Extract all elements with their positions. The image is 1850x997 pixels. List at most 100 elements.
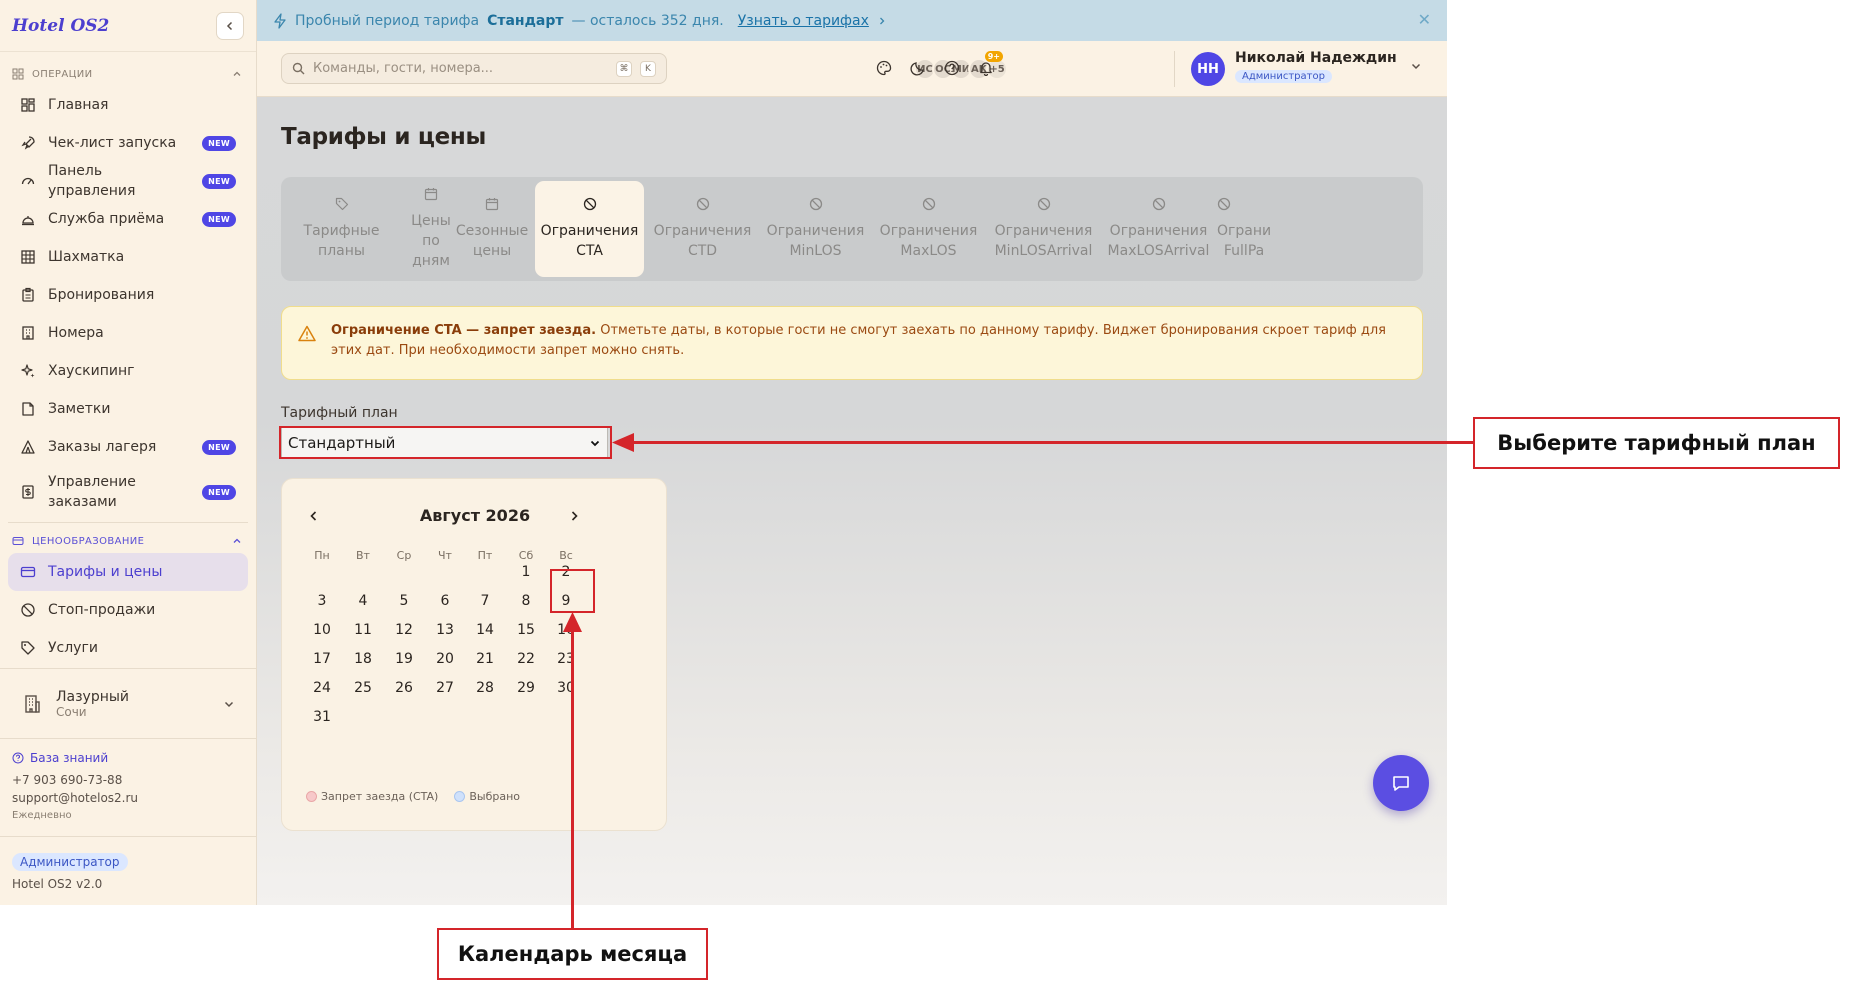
calendar-legend: Запрет заезда (CTA) Выбрано [306,790,520,803]
tab-9[interactable]: Ограничения MaxLOSArrival [1102,181,1215,277]
next-month-button[interactable] [564,506,584,526]
pricing-info-link[interactable]: Узнать о тарифах [738,13,869,29]
search-icon [292,62,305,75]
sidebar-item[interactable]: Заметки [8,390,248,428]
calendar-day[interactable]: 22 [506,644,546,674]
help-button[interactable] [939,55,965,81]
calendar-day[interactable]: 3 [302,586,342,616]
banner-suffix: — осталось 352 дня. [571,12,724,29]
calendar-day[interactable]: 26 [384,673,424,703]
calendar-day[interactable]: 20 [425,644,465,674]
section-pricing[interactable]: ЦЕНООБРАЗОВАНИЕ [0,529,256,553]
chat-button[interactable] [1373,755,1429,811]
rocket-icon [21,136,35,150]
dashboard-icon [21,98,35,112]
weekday-label: Пн [314,549,330,562]
close-banner-icon[interactable]: ✕ [1418,10,1431,29]
tab-2[interactable]: Цены по дням [406,181,456,277]
calendar-day[interactable]: 1 [506,557,546,587]
tab-label: Сезонные цены [455,223,529,259]
support-email[interactable]: support@hotelos2.ru [12,789,245,807]
calendar-day[interactable]: 5 [384,586,424,616]
calendar-day[interactable]: 7 [465,586,505,616]
ban-icon [21,603,35,617]
calendar-day[interactable]: 29 [506,673,546,703]
sidebar-item[interactable]: Услуги [8,629,248,667]
tab-icon [424,187,438,207]
calendar-day[interactable]: 12 [384,615,424,645]
chevron-down-icon[interactable] [1410,60,1422,72]
tab-label: Ограничения MaxLOS [879,223,978,259]
calendar-day[interactable]: 13 [425,615,465,645]
section-operations[interactable]: ОПЕРАЦИИ [0,62,256,86]
tab-1[interactable]: Тарифные планы [285,181,398,277]
dark-mode-button[interactable] [905,55,931,81]
new-badge: NEW [202,439,236,455]
sidebar-item[interactable]: Служба приёма NEW [8,200,248,238]
nav-icon [20,325,36,341]
new-badge: NEW [202,173,236,189]
knowledge-base-label: База знаний [30,751,109,765]
sidebar-item-label: Служба приёма [48,211,165,227]
knowledge-base-link[interactable]: База знаний [12,749,245,767]
theme-palette-button[interactable] [871,55,897,81]
search-input[interactable] [313,61,608,76]
tab-6[interactable]: Ограничения MinLOS [761,181,870,277]
calendar-day[interactable]: 28 [465,673,505,703]
calendar-day[interactable]: 17 [302,644,342,674]
tab-8[interactable]: Ограничения MinLOSArrival [987,181,1100,277]
tab-5[interactable]: Ограничения CTD [648,181,757,277]
nav-icon [20,211,36,227]
sidebar-item-label: Бронирования [48,287,155,303]
calendar-day[interactable]: 23 [546,644,586,674]
calendar-day[interactable]: 27 [425,673,465,703]
calendar-day[interactable]: 25 [343,673,383,703]
user-name[interactable]: Николай Надеждин [1235,50,1397,66]
calendar-day[interactable]: 10 [302,615,342,645]
sidebar-item[interactable]: Номера [8,314,248,352]
calendar-day[interactable]: 30 [546,673,586,703]
property-switcher[interactable]: Лазурный Сочи [0,668,257,738]
tab-3[interactable]: Сезонные цены [451,181,533,277]
calendar-day[interactable]: 14 [465,615,505,645]
calendar-day[interactable]: 6 [425,586,465,616]
calendar-day[interactable]: 24 [302,673,342,703]
sidebar-item[interactable]: Бронирования [8,276,248,314]
tab-7[interactable]: Ограничения MaxLOS [874,181,983,277]
tab-4[interactable]: Ограничения CTA [535,181,644,277]
sidebar-item[interactable]: Стоп-продажи [8,591,248,629]
sidebar-item[interactable]: Управление заказами NEW [8,466,248,518]
sidebar-item[interactable]: Хаускипинг [8,352,248,390]
calendar-day[interactable]: 4 [343,586,383,616]
tab-label: Ограничения CTD [653,223,752,259]
command-search[interactable]: ⌘ K [281,53,667,84]
card-icon [20,566,36,578]
brand-logo: Hotel OS2 [12,15,110,36]
sidebar-item[interactable]: Чек-лист запуска NEW [8,124,248,162]
sidebar-item[interactable]: Заказы лагеря NEW [8,428,248,466]
cta-info-alert: Ограничение CTA — запрет заезда. Отметьт… [281,306,1423,380]
calendar-day[interactable]: 18 [343,644,383,674]
calendar-day[interactable]: 11 [343,615,383,645]
tab-label: Ограничения CTA [540,223,639,259]
nav-icon [20,135,36,151]
support-phone[interactable]: +7 903 690-73-88 [12,771,245,789]
calendar-day[interactable]: 31 [302,702,342,732]
collapse-sidebar-button[interactable] [216,11,244,40]
weekday-label: Ср [396,549,412,562]
calendar-day[interactable]: 15 [506,615,546,645]
calendar-day[interactable]: 21 [465,644,505,674]
notifications-button[interactable]: 9+ [973,51,1003,81]
sidebar-item[interactable]: Панель управления NEW [8,162,248,200]
tab-label: Ограни FullPa [1217,223,1272,259]
tab-10[interactable]: Ограни FullPa [1217,181,1277,277]
sidebar-item[interactable]: Шахматка [8,238,248,276]
sidebar-item-label: Панель управления [48,163,136,199]
app-window: Hotel OS2 ОПЕРАЦИИ Главная Чек-лист запус… [0,0,1447,905]
calendar-day[interactable]: 8 [506,586,546,616]
user-avatar[interactable]: НН [1191,52,1225,86]
sidebar-item[interactable]: Главная [8,86,248,124]
sidebar-item[interactable]: Тарифы и цены [8,553,248,591]
calendar-day[interactable]: 19 [384,644,424,674]
chevron-right-icon [571,511,578,521]
